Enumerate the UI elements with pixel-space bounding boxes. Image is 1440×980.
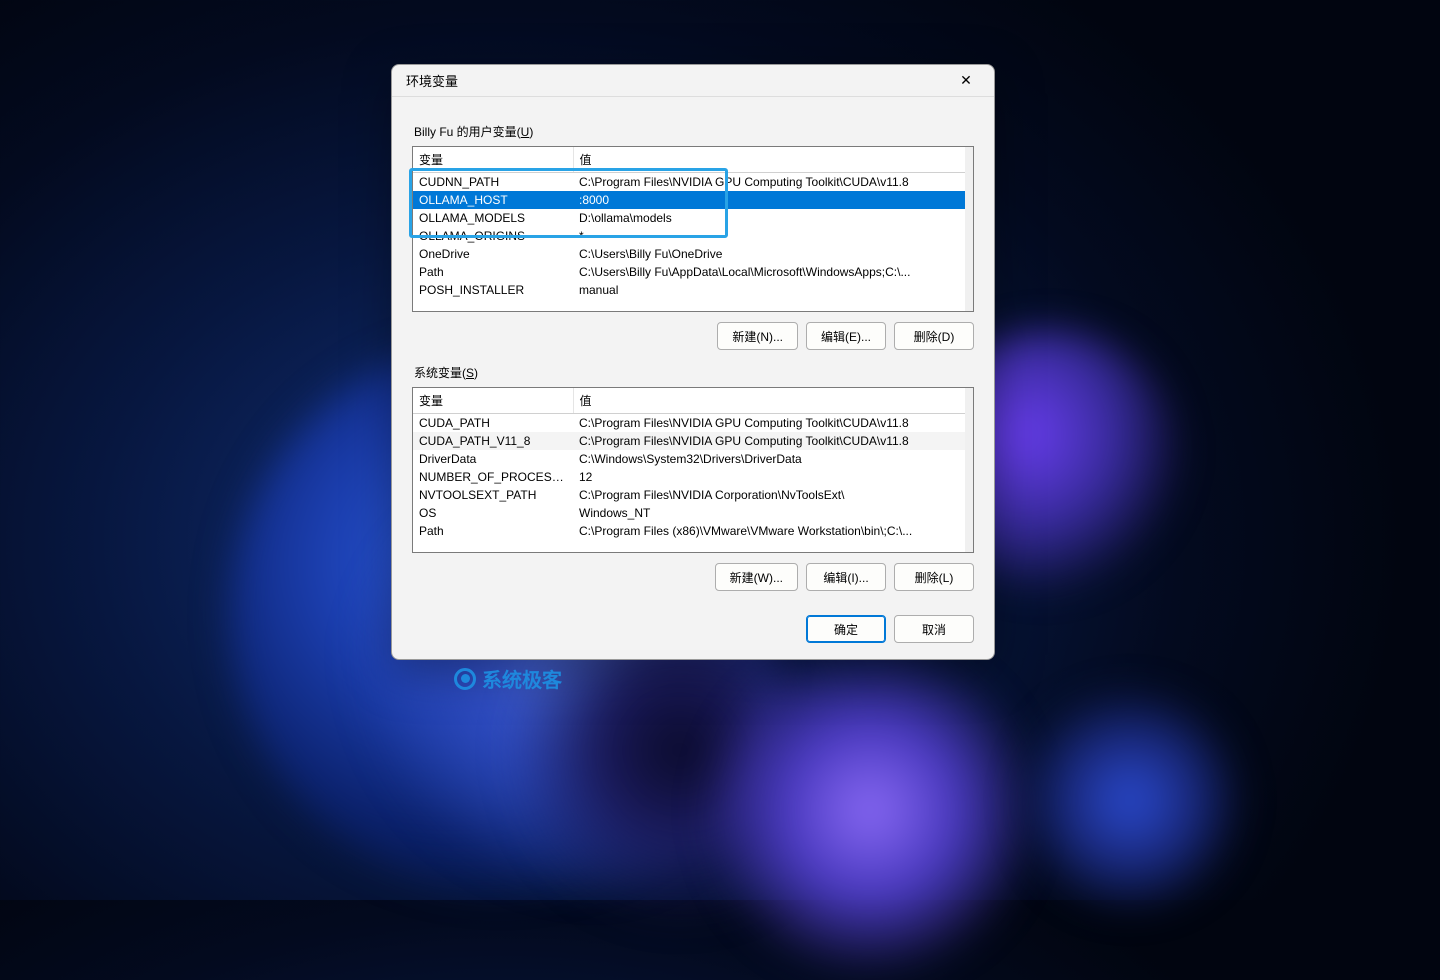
cancel-button[interactable]: 取消 (894, 615, 974, 643)
col-header-name[interactable]: 变量 (413, 147, 573, 173)
table-row[interactable]: OneDriveC:\Users\Billy Fu\OneDrive (413, 245, 973, 263)
user-vars-buttons: 新建(N)... 编辑(E)... 删除(D) (412, 322, 974, 350)
table-row-selected[interactable]: OLLAMA_HOST:8000 (413, 191, 973, 209)
delete-user-var-button[interactable]: 删除(D) (894, 322, 974, 350)
table-row[interactable]: OLLAMA_MODELSD:\ollama\models (413, 209, 973, 227)
scrollbar[interactable] (965, 147, 973, 311)
scrollbar[interactable] (965, 388, 973, 552)
user-vars-label: Billy Fu 的用户变量(U) (414, 123, 974, 140)
system-vars-table-wrap: 变量 值 CUDA_PATHC:\Program Files\NVIDIA GP… (412, 387, 974, 553)
col-header-value[interactable]: 值 (573, 147, 973, 173)
col-header-value[interactable]: 值 (573, 388, 973, 414)
table-row[interactable]: POSH_INSTALLERmanual (413, 281, 973, 299)
table-row[interactable]: OSWindows_NT (413, 504, 973, 522)
user-vars-table[interactable]: 变量 值 CUDNN_PATHC:\Program Files\NVIDIA G… (413, 147, 973, 299)
edit-system-var-button[interactable]: 编辑(I)... (806, 563, 886, 591)
new-user-var-button[interactable]: 新建(N)... (717, 322, 798, 350)
table-row[interactable]: CUDNN_PATHC:\Program Files\NVIDIA GPU Co… (413, 173, 973, 192)
table-row[interactable]: CUDA_PATH_V11_8C:\Program Files\NVIDIA G… (413, 432, 973, 450)
environment-variables-dialog: 环境变量 ✕ Billy Fu 的用户变量(U) 变量 值 CUDNN_PATH… (391, 64, 995, 660)
table-row[interactable]: NVTOOLSEXT_PATHC:\Program Files\NVIDIA C… (413, 486, 973, 504)
delete-system-var-button[interactable]: 删除(L) (894, 563, 974, 591)
table-row[interactable]: DriverDataC:\Windows\System32\Drivers\Dr… (413, 450, 973, 468)
close-icon: ✕ (960, 72, 972, 89)
new-system-var-button[interactable]: 新建(W)... (715, 563, 798, 591)
table-row[interactable]: PathC:\Users\Billy Fu\AppData\Local\Micr… (413, 263, 973, 281)
desktop-bloom (700, 640, 1040, 980)
system-vars-label: 系统变量(S) (414, 364, 974, 381)
dialog-footer: 确定 取消 (392, 609, 994, 659)
system-vars-buttons: 新建(W)... 编辑(I)... 删除(L) (412, 563, 974, 591)
table-row[interactable]: CUDA_PATHC:\Program Files\NVIDIA GPU Com… (413, 414, 973, 433)
close-button[interactable]: ✕ (948, 67, 984, 95)
user-vars-table-wrap: 变量 值 CUDNN_PATHC:\Program Files\NVIDIA G… (412, 146, 974, 312)
dialog-content: Billy Fu 的用户变量(U) 变量 值 CUDNN_PATHC:\Prog… (392, 97, 994, 609)
titlebar[interactable]: 环境变量 ✕ (392, 65, 994, 97)
ok-button[interactable]: 确定 (806, 615, 886, 643)
dialog-title: 环境变量 (402, 71, 458, 90)
edit-user-var-button[interactable]: 编辑(E)... (806, 322, 886, 350)
desktop-bloom (1020, 690, 1240, 910)
col-header-name[interactable]: 变量 (413, 388, 573, 414)
table-row[interactable]: NUMBER_OF_PROCESSORS12 (413, 468, 973, 486)
table-row[interactable]: OLLAMA_ORIGINS* (413, 227, 973, 245)
system-vars-table[interactable]: 变量 值 CUDA_PATHC:\Program Files\NVIDIA GP… (413, 388, 973, 540)
table-row[interactable]: PathC:\Program Files (x86)\VMware\VMware… (413, 522, 973, 540)
